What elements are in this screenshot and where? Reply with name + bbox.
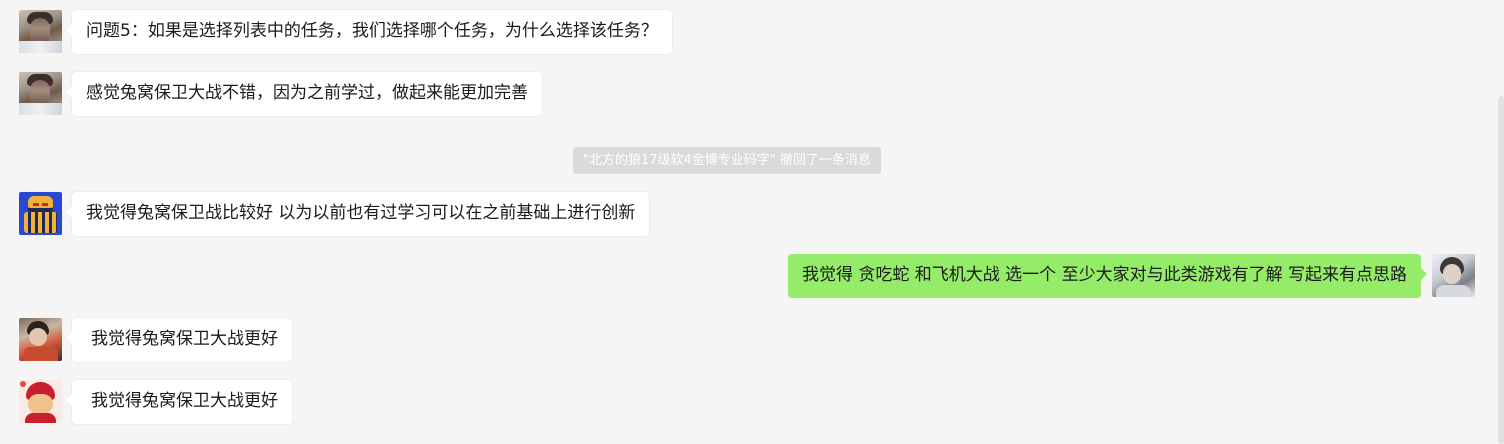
message-bubble-self[interactable]: 我觉得 贪吃蛇 和飞机大战 选一个 至少大家对与此类游戏有了解 写起来有点思路 xyxy=(787,254,1428,298)
avatar-robot-eye xyxy=(42,203,48,206)
message-row: 问题5：如果是选择列表中的任务，我们选择哪个任务，为什么选择该任务？ xyxy=(0,10,1504,54)
message-text: 我觉得兔窝保卫战比较好 以为以前也有过学习可以在之前基础上进行创新 xyxy=(86,203,636,223)
message-bubble[interactable]: 我觉得兔窝保卫战比较好 以为以前也有过学习可以在之前基础上进行创新 xyxy=(65,192,650,236)
avatar-robot-eye xyxy=(33,203,39,206)
avatar-shirt-shape xyxy=(24,347,58,361)
recall-system-notice: "北方的狼17级软4金博专业码字" 撤回了一条消息 xyxy=(573,147,881,174)
message-text: 我觉得兔窝保卫大战更好 xyxy=(91,329,278,349)
avatar-body-shape xyxy=(25,413,56,423)
avatar-coat-shape xyxy=(1436,285,1471,297)
avatar-robot-head xyxy=(28,196,53,212)
message-row-self: 我觉得 贪吃蛇 和飞机大战 选一个 至少大家对与此类游戏有了解 写起来有点思路 xyxy=(0,254,1504,298)
message-row: 感觉兔窝保卫大战不错，因为之前学过，做起来能更加完善 xyxy=(0,72,1504,116)
chat-message-area: 问题5：如果是选择列表中的任务，我们选择哪个任务，为什么选择该任务？ 感觉兔窝保… xyxy=(0,0,1504,444)
message-row: 我觉得兔窝保卫战比较好 以为以前也有过学习可以在之前基础上进行创新 xyxy=(0,192,1504,236)
message-text: 我觉得 贪吃蛇 和飞机大战 选一个 至少大家对与此类游戏有了解 写起来有点思路 xyxy=(801,265,1407,285)
avatar-robot-body xyxy=(24,212,57,233)
message-bubble[interactable]: 感觉兔窝保卫大战不错，因为之前学过，做起来能更加完善 xyxy=(66,72,542,116)
chat-scrollbar-thumb[interactable] xyxy=(1498,96,1504,444)
message-bubble[interactable]: 我觉得兔窝保卫大战更好 xyxy=(66,380,292,424)
avatar-face-shape xyxy=(28,394,53,414)
user-avatar-photo-kid[interactable] xyxy=(19,318,62,361)
message-text: 我觉得兔窝保卫大战更好 xyxy=(91,391,278,411)
message-text: 感觉兔窝保卫大战不错，因为之前学过，做起来能更加完善 xyxy=(86,83,528,103)
user-avatar-robot[interactable] xyxy=(19,192,62,235)
message-text: 问题5：如果是选择列表中的任务，我们选择哪个任务，为什么选择该任务？ xyxy=(86,21,658,41)
message-bubble[interactable]: 问题5：如果是选择列表中的任务，我们选择哪个任务，为什么选择该任务？ xyxy=(66,10,672,54)
avatar-berry-shape xyxy=(20,381,26,387)
avatar-face-shape xyxy=(1443,264,1461,284)
user-avatar-photo-man[interactable] xyxy=(19,10,62,53)
message-bubble[interactable]: 我觉得兔窝保卫大战更好 xyxy=(66,318,292,362)
message-row: 我觉得兔窝保卫大战更好 xyxy=(0,318,1504,362)
avatar-shirt-shape xyxy=(19,41,62,53)
user-avatar-cat[interactable] xyxy=(19,380,62,423)
user-avatar-photo-man[interactable] xyxy=(19,72,62,115)
avatar-shirt-shape xyxy=(19,103,62,115)
user-avatar-photo-self[interactable] xyxy=(1432,254,1475,297)
chat-scrollbar-track[interactable] xyxy=(1498,0,1504,444)
avatar-face-shape xyxy=(29,328,47,346)
message-row: 我觉得兔窝保卫大战更好 xyxy=(0,380,1504,424)
